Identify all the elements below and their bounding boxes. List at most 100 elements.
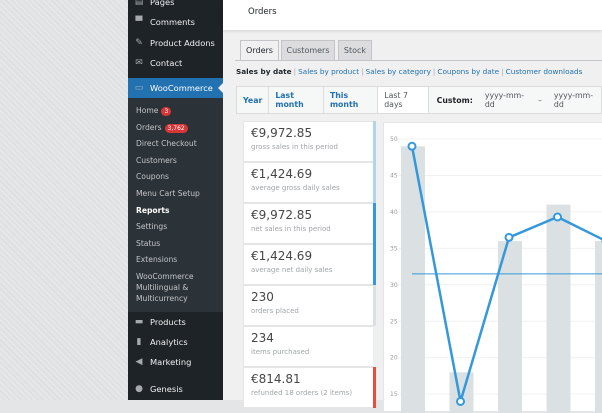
stat-value: 230 — [251, 290, 274, 304]
menu-label: Products — [150, 317, 186, 327]
bar — [546, 204, 571, 413]
submenu-item[interactable]: Home 3 — [136, 106, 172, 116]
menu-item-comments[interactable]: ▀ Comments — [128, 12, 223, 32]
stat-color-bar — [373, 326, 376, 367]
y-tick-label: 25 — [390, 318, 398, 325]
menu-label: Comments — [150, 17, 195, 28]
count-badge: 3,762 — [164, 124, 188, 133]
submenu-label: Home — [136, 106, 159, 115]
submenu-label: Multicurrency — [136, 294, 188, 303]
submenu-item[interactable]: Status — [136, 239, 160, 249]
stat-item[interactable]: 234 items purchased — [243, 326, 376, 367]
megaphone-icon: ◀ — [135, 357, 143, 367]
submenu-item[interactable]: Coupons — [136, 172, 169, 182]
menu-item-marketing[interactable]: ◀ Marketing — [128, 352, 223, 372]
date-range-bar: Year Last month This month Last 7 days C… — [236, 86, 602, 114]
woocommerce-submenu: Home 3 Orders 3,762 Direct Checkout Customers… — [128, 98, 223, 312]
submenu-label: Reports — [136, 206, 170, 215]
data-point[interactable] — [504, 232, 514, 242]
stat-item[interactable]: €1,424.69 average net daily sales — [243, 244, 376, 285]
submenu-label: Status — [136, 239, 161, 248]
stat-value: €1,424.69 — [251, 249, 313, 263]
submenu-label: Extensions — [136, 255, 178, 264]
bar-chart-icon: ▮ — [136, 337, 142, 347]
stat-description: gross sales in this period — [251, 143, 338, 151]
woo-icon: ▭ — [134, 83, 144, 93]
archive-icon: ▬ — [134, 317, 144, 327]
custom-to-input[interactable]: yyyy-mm-dd — [548, 87, 601, 113]
stat-item[interactable]: €1,424.69 average gross daily sales — [243, 162, 376, 203]
mail-icon: ✉ — [135, 57, 143, 68]
count-badge: 3 — [161, 107, 172, 116]
stat-item[interactable]: €9,972.85 net sales in this period — [243, 203, 376, 244]
main-content: Orders Orders Customers Stock Sales by d… — [223, 0, 602, 413]
range-year[interactable]: Year — [237, 87, 270, 113]
bar — [595, 241, 602, 413]
range-last-7-days[interactable]: Last 7 days — [378, 87, 429, 113]
admin-sidebar: ▤ Pages ▀ Comments ✎ Product Addons ✉ Contact ▭ W… — [128, 0, 223, 400]
data-point[interactable] — [456, 396, 465, 406]
menu-label: WooCommerce — [150, 83, 213, 93]
submenu-label: Multilingual & — [136, 283, 189, 292]
stat-color-bar — [373, 285, 376, 326]
stat-value: €9,972.85 — [251, 126, 313, 140]
submenu-label: Settings — [136, 222, 168, 231]
sales-chart: 50 45 40 35 30 25 20 15 — [383, 122, 602, 413]
y-tick-label: 50 — [390, 136, 398, 143]
subnav-customer-downloads[interactable]: Customer downloads — [506, 67, 583, 76]
tab-customers[interactable]: Customers — [281, 40, 335, 60]
stat-item[interactable]: €814.81 refunded 18 orders (2 items) — [243, 367, 376, 408]
stat-value: €1,424.69 — [251, 167, 313, 181]
range-dash: – — [537, 95, 542, 105]
submenu-item[interactable]: Multicurrency — [136, 294, 188, 304]
submenu-item[interactable]: Extensions — [136, 255, 177, 265]
menu-item-pages[interactable]: ▤ Pages — [128, 0, 223, 12]
bar — [498, 241, 522, 413]
tab-orders[interactable]: Orders — [240, 40, 279, 60]
page-header: Orders — [223, 0, 602, 30]
menu-item-genesis[interactable]: ● Genesis — [128, 379, 223, 399]
submenu-item[interactable]: WooCommerce — [136, 272, 194, 282]
menu-item-product-addons[interactable]: ✎ Product Addons — [128, 33, 223, 53]
subnav-sales-by-product[interactable]: Sales by product — [298, 67, 359, 76]
menu-label: Product Addons — [150, 37, 215, 48]
menu-label: Contact — [150, 57, 183, 68]
submenu-label: Customers — [136, 156, 177, 165]
submenu-item[interactable]: Menu Cart Setup — [136, 189, 200, 199]
menu-label: Analytics — [150, 337, 188, 347]
menu-item-products[interactable]: ▬ Products — [128, 312, 223, 332]
stat-item[interactable]: €9,972.85 gross sales in this period — [243, 121, 376, 162]
data-point[interactable] — [407, 141, 417, 151]
menu-item-analytics[interactable]: ▮ Analytics — [128, 332, 223, 352]
tab-stock[interactable]: Stock — [338, 40, 372, 60]
submenu-label: Direct Checkout — [136, 139, 197, 148]
menu-label: Genesis — [150, 384, 183, 394]
stat-color-bar — [373, 121, 376, 162]
stat-description: items purchased — [251, 348, 310, 356]
subnav-sales-by-category[interactable]: Sales by category — [366, 67, 431, 76]
subnav-coupons-by-date[interactable]: Coupons by date — [437, 67, 499, 76]
custom-from-input[interactable]: yyyy-mm-dd — [479, 87, 532, 113]
range-last-month[interactable]: Last month — [269, 87, 324, 113]
stat-description: average net daily sales — [251, 266, 333, 274]
subnav-sales-by-date[interactable]: Sales by date — [236, 67, 292, 76]
submenu-item[interactable]: Reports — [136, 206, 170, 216]
stat-color-bar — [373, 367, 376, 408]
range-this-month[interactable]: This month — [324, 87, 379, 113]
y-tick-label: 15 — [390, 391, 398, 398]
stat-value: 234 — [251, 331, 274, 345]
genesis-icon: ● — [135, 384, 143, 394]
submenu-item[interactable]: Direct Checkout — [136, 139, 197, 149]
stat-item[interactable]: 230 orders placed — [243, 285, 376, 326]
data-point[interactable] — [553, 212, 562, 222]
submenu-item[interactable]: Customers — [136, 156, 177, 166]
menu-item-contact[interactable]: ✉ Contact — [128, 53, 223, 73]
y-tick-label: 30 — [390, 282, 398, 289]
y-tick-label: 40 — [390, 209, 398, 216]
submenu-item[interactable]: Settings — [136, 222, 167, 232]
submenu-label: Orders — [136, 123, 162, 132]
submenu-item[interactable]: Orders 3,762 — [136, 123, 188, 133]
custom-label: Custom: — [436, 95, 473, 105]
menu-item-woocommerce[interactable]: ▭ WooCommerce — [128, 78, 223, 98]
submenu-item[interactable]: Multilingual & — [136, 283, 188, 293]
